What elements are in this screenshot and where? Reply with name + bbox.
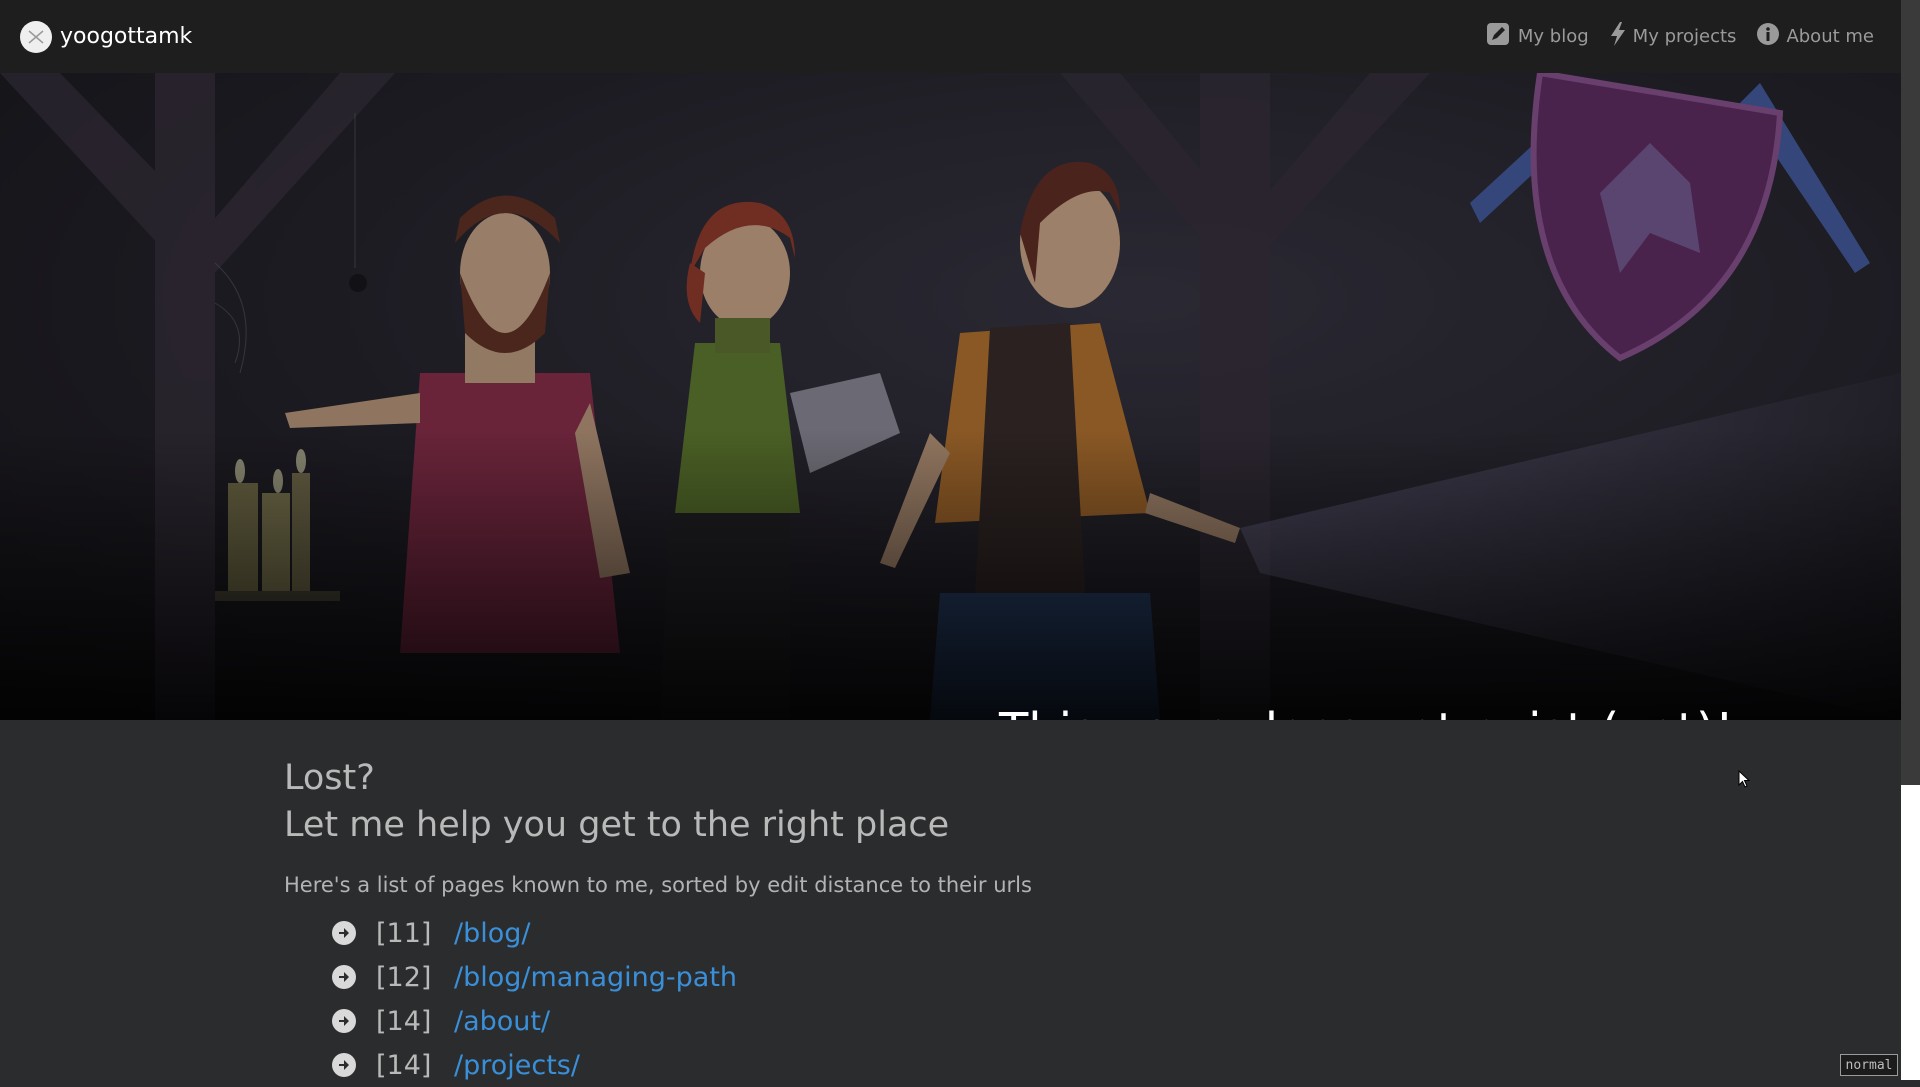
- brand-home-link[interactable]: yoogottamk: [20, 20, 193, 53]
- arrow-circle-right-icon: [332, 1009, 356, 1033]
- list-item: [14] /about/: [332, 999, 1584, 1043]
- list-item: [12] /blog/managing-path: [332, 955, 1584, 999]
- page-link[interactable]: /about/: [454, 1006, 550, 1037]
- page-link[interactable]: /blog/: [454, 918, 531, 949]
- page-subtitle: Let me help you get to the right place: [284, 805, 950, 845]
- scrollbar-thumb[interactable]: [1901, 0, 1920, 785]
- list-item: [14] /projects/: [332, 1043, 1584, 1087]
- pencil-icon: [1486, 22, 1512, 51]
- nav-link-label: About me: [1786, 26, 1874, 47]
- edit-distance: [12]: [376, 961, 432, 993]
- brand-name: yoogottamk: [60, 24, 193, 49]
- vertical-scrollbar[interactable]: [1901, 0, 1920, 1080]
- edit-distance: [11]: [376, 917, 432, 949]
- main-content: Lost? Let me help you get to the right p…: [284, 755, 1584, 1087]
- list-item: [11] /blog/: [332, 911, 1584, 955]
- page-link[interactable]: /blog/managing-path: [454, 962, 737, 993]
- hero-banner: This page does not exist (yet)!: [0, 73, 1901, 720]
- nav-link-about[interactable]: About me: [1756, 22, 1874, 51]
- edit-distance: [14]: [376, 1005, 432, 1037]
- nav-link-projects[interactable]: My projects: [1609, 21, 1737, 52]
- edit-distance: [14]: [376, 1049, 432, 1081]
- page-suggestions-list: [11] /blog/ [12] /blog/managing-path [14…: [284, 911, 1584, 1087]
- mode-indicator: normal: [1840, 1054, 1898, 1076]
- hero-title: This page does not exist (yet)!: [999, 703, 1734, 720]
- arrow-circle-right-icon: [332, 921, 356, 945]
- intro-text: Here's a list of pages known to me, sort…: [284, 873, 1032, 897]
- info-icon: [1756, 22, 1780, 51]
- nav-link-label: My projects: [1632, 26, 1737, 47]
- mouse-cursor-icon: [1738, 770, 1751, 788]
- nav-links: My blog My projects About me: [1486, 21, 1874, 52]
- lightning-icon: [1609, 21, 1627, 52]
- arrow-circle-right-icon: [332, 965, 356, 989]
- nav-link-blog[interactable]: My blog: [1486, 22, 1589, 51]
- top-navbar: yoogottamk My blog My projects About me: [0, 0, 1901, 73]
- page-link[interactable]: /projects/: [454, 1050, 580, 1081]
- arrow-circle-right-icon: [332, 1053, 356, 1077]
- site-logo-icon: [20, 20, 52, 53]
- nav-link-label: My blog: [1517, 26, 1589, 47]
- page-title: Lost?: [284, 758, 375, 798]
- hero-illustration: [0, 73, 1901, 720]
